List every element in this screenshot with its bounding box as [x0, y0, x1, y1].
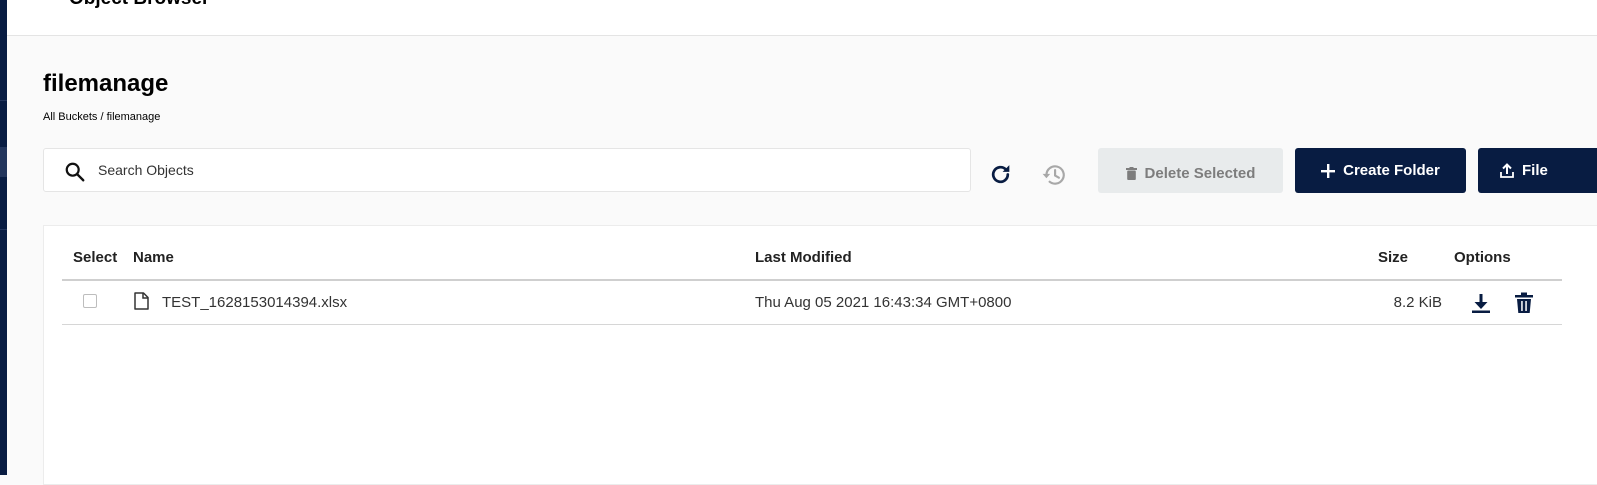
- plus-icon: [1321, 163, 1336, 178]
- upload-file-button[interactable]: File: [1478, 148, 1597, 193]
- upload-icon: [1500, 163, 1514, 178]
- search-box[interactable]: [43, 148, 971, 192]
- top-bar: Object Browser: [7, 0, 1597, 36]
- upload-file-label: File: [1522, 162, 1548, 179]
- refresh-icon[interactable]: [988, 162, 1013, 187]
- row-select-checkbox[interactable]: [83, 294, 97, 308]
- history-icon: [1042, 165, 1065, 185]
- search-input[interactable]: [98, 157, 958, 183]
- delete-selected-button[interactable]: Delete Selected: [1098, 148, 1283, 193]
- column-header-options: Options: [1454, 249, 1511, 266]
- table-header-divider: [62, 279, 1562, 281]
- create-folder-label: Create Folder: [1343, 162, 1440, 179]
- delete-selected-label: Delete Selected: [1144, 165, 1256, 182]
- table-row-divider: [62, 324, 1562, 325]
- sidebar-divider: [0, 100, 7, 101]
- sidebar-active-item[interactable]: [0, 147, 7, 177]
- page-title: filemanage: [43, 70, 169, 97]
- sidebar-divider: [0, 229, 7, 230]
- search-icon: [65, 162, 85, 182]
- column-header-select: Select: [73, 249, 118, 266]
- sidebar-strip: [0, 0, 7, 475]
- download-icon[interactable]: [1470, 292, 1492, 314]
- column-header-size[interactable]: Size: [1378, 249, 1408, 266]
- breadcrumb[interactable]: All Buckets / filemanage: [43, 111, 160, 123]
- row-size: 8.2 KiB: [1393, 294, 1442, 311]
- app-title: Object Browser: [69, 0, 209, 10]
- create-folder-button[interactable]: Create Folder: [1295, 148, 1466, 193]
- row-file-name[interactable]: TEST_1628153014394.xlsx: [162, 294, 347, 311]
- file-icon: [134, 292, 149, 310]
- column-header-last-modified[interactable]: Last Modified: [755, 249, 852, 266]
- column-header-name[interactable]: Name: [133, 249, 174, 266]
- trash-icon: [1125, 167, 1137, 180]
- trash-icon[interactable]: [1514, 292, 1534, 314]
- row-last-modified: Thu Aug 05 2021 16:43:34 GMT+0800: [755, 294, 1012, 311]
